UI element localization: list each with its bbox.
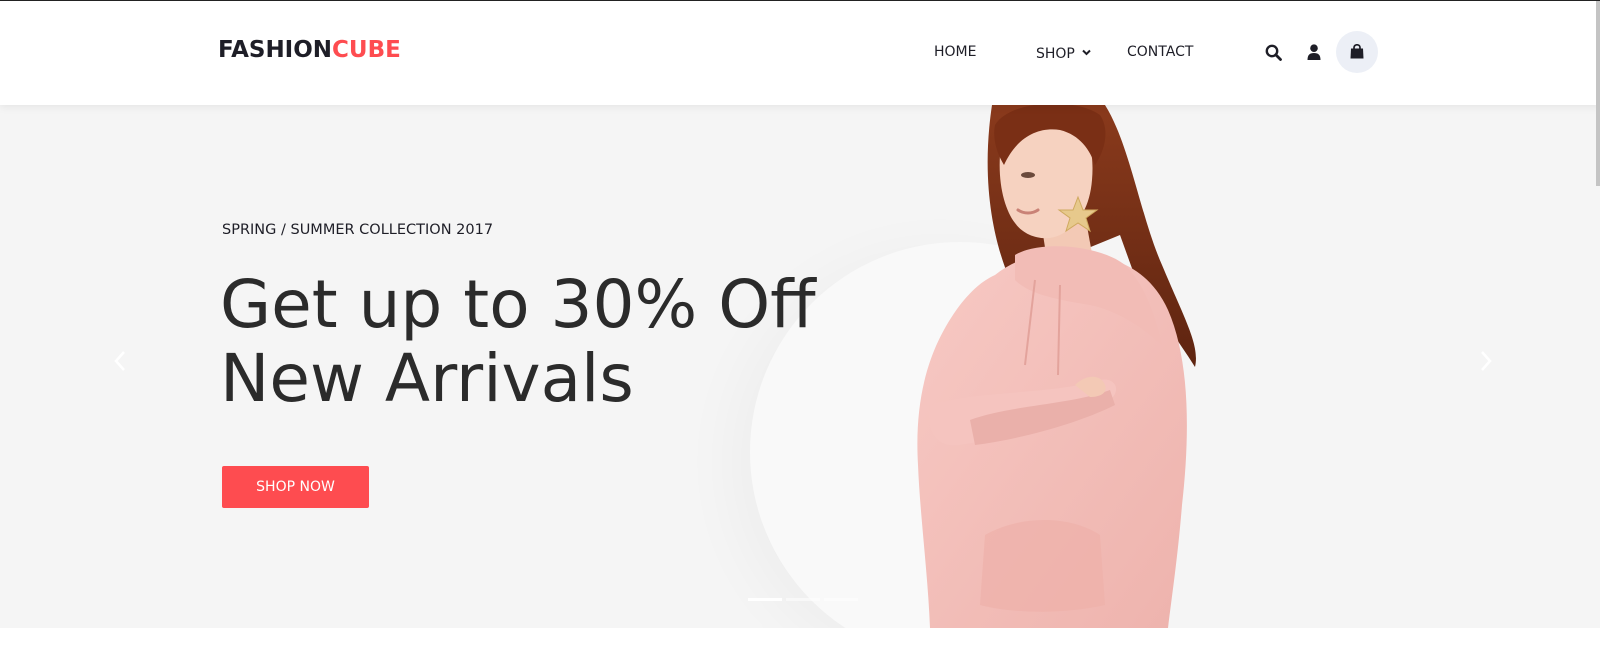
search-icon[interactable]: [1265, 44, 1282, 66]
brand-name-part2: CUBE: [332, 37, 401, 63]
nav-contact[interactable]: CONTACT: [1127, 44, 1193, 60]
cart-button[interactable]: [1336, 31, 1378, 73]
hero-kicker: SPRING / SUMMER COLLECTION 2017: [222, 222, 494, 238]
slider-prev-arrow-icon[interactable]: [113, 350, 127, 377]
brand-logo[interactable]: FASHIONCUBE: [218, 37, 401, 63]
slider-indicator-1[interactable]: [748, 598, 782, 601]
chevron-down-icon: [1082, 44, 1092, 60]
nav-home[interactable]: HOME: [934, 44, 976, 60]
hero-headline: Get up to 30% Off New Arrivals: [220, 268, 816, 416]
hero-headline-line2: New Arrivals: [220, 340, 634, 417]
site-header: FASHIONCUBE HOME SHOP CONTACT: [0, 1, 1600, 105]
brand-name-part1: FASHION: [218, 37, 333, 63]
slider-next-arrow-icon[interactable]: [1479, 350, 1493, 377]
page: FASHIONCUBE HOME SHOP CONTACT SPRING / S…: [0, 0, 1600, 669]
shop-now-button[interactable]: SHOP NOW: [222, 466, 369, 508]
hero-headline-line1: Get up to 30% Off: [220, 266, 816, 343]
user-icon[interactable]: [1307, 44, 1321, 65]
nav-shop[interactable]: SHOP: [1036, 44, 1092, 62]
nav-home-label: HOME: [934, 44, 977, 60]
hero-model-image: [900, 105, 1230, 628]
slider-indicator-3[interactable]: [824, 598, 858, 601]
shopping-bag-icon: [1350, 44, 1364, 59]
page-scrollbar-thumb[interactable]: [1596, 1, 1600, 186]
nav-contact-label: CONTACT: [1127, 44, 1194, 60]
slider-indicator-2[interactable]: [786, 598, 820, 601]
hero-slider: SPRING / SUMMER COLLECTION 2017 Get up t…: [0, 105, 1600, 628]
nav-shop-label: SHOP: [1036, 46, 1075, 62]
